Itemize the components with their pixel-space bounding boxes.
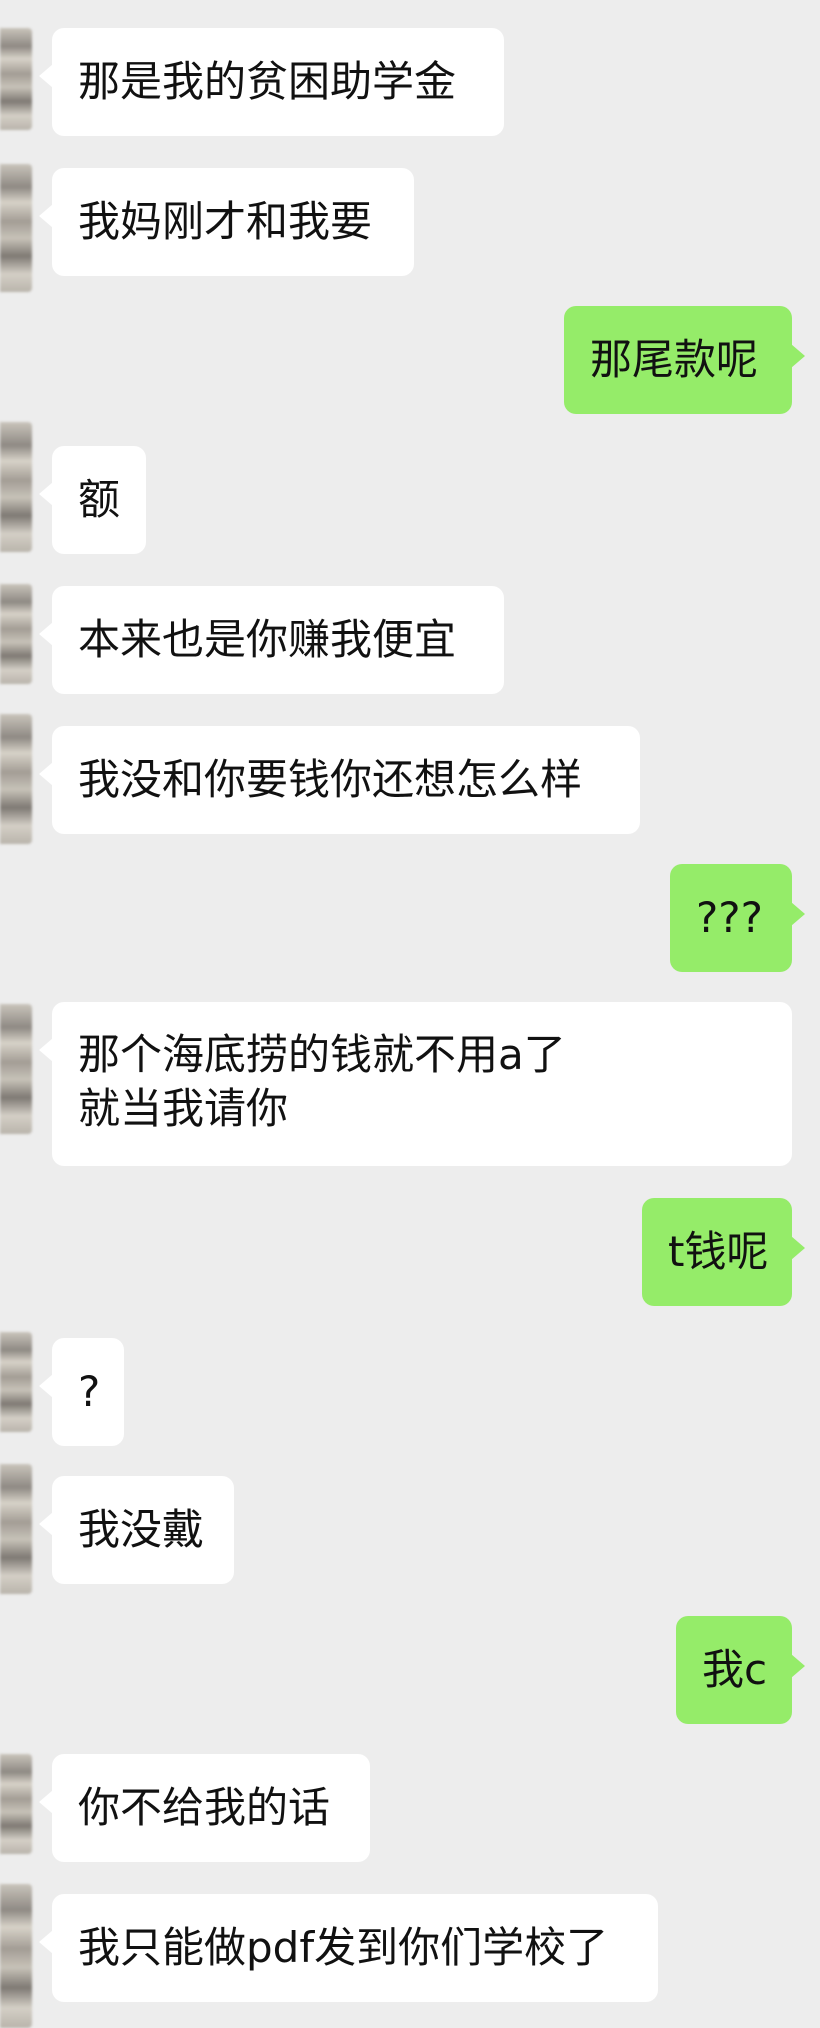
contact-avatar[interactable] — [0, 1004, 32, 1134]
incoming-message[interactable]: 你不给我的话 — [39, 1754, 370, 1862]
incoming-message[interactable]: ? — [39, 1338, 124, 1446]
message-text: 那是我的贫困助学金 — [78, 57, 457, 106]
message-text: 我c — [702, 1645, 768, 1694]
message-text: 那尾款呢 — [590, 335, 759, 384]
message-text: 我没戴 — [78, 1505, 205, 1554]
outgoing-message[interactable]: t钱呢 — [642, 1198, 805, 1306]
contact-avatar[interactable] — [0, 164, 32, 292]
contact-avatar[interactable] — [0, 1332, 32, 1432]
chat-message-list[interactable]: 那是我的贫困助学金 我妈刚才和我要 那尾款呢 额 本来也是你赚我便宜 我没和你要… — [0, 0, 820, 2028]
incoming-message[interactable]: 我只能做pdf发到你们学校了 — [39, 1894, 658, 2002]
contact-avatar[interactable] — [0, 584, 32, 684]
incoming-message[interactable]: 我没戴 — [39, 1476, 234, 1584]
contact-avatar[interactable] — [0, 714, 32, 844]
contact-avatar[interactable] — [0, 1464, 32, 1594]
outgoing-message[interactable]: 那尾款呢 — [564, 306, 805, 414]
message-text: 我没和你要钱你还想怎么样 — [78, 755, 583, 804]
incoming-message[interactable]: 我没和你要钱你还想怎么样 — [39, 726, 640, 834]
message-text: 你不给我的话 — [78, 1783, 331, 1832]
message-text: 我只能做pdf发到你们学校了 — [78, 1923, 609, 1972]
contact-avatar[interactable] — [0, 1754, 32, 1854]
outgoing-message[interactable]: ??? — [670, 864, 805, 972]
message-text: 额 — [78, 475, 121, 524]
message-text: ??? — [696, 893, 763, 942]
contact-avatar[interactable] — [0, 422, 32, 552]
message-text: 本来也是你赚我便宜 — [78, 615, 457, 664]
incoming-message[interactable]: 本来也是你赚我便宜 — [39, 586, 504, 694]
incoming-message[interactable]: 那是我的贫困助学金 — [39, 28, 504, 136]
incoming-message[interactable]: 我妈刚才和我要 — [39, 168, 414, 276]
outgoing-message[interactable]: 我c — [676, 1616, 805, 1724]
message-text: ? — [78, 1367, 101, 1416]
message-text: 那个海底捞的钱就不用a了 就当我请你 — [78, 1030, 566, 1133]
contact-avatar[interactable] — [0, 28, 32, 130]
message-text: 我妈刚才和我要 — [78, 197, 373, 246]
message-text: t钱呢 — [668, 1227, 769, 1276]
contact-avatar[interactable] — [0, 1884, 32, 2028]
incoming-message[interactable]: 额 — [39, 446, 146, 554]
incoming-message[interactable]: 那个海底捞的钱就不用a了 就当我请你 — [39, 1002, 792, 1166]
